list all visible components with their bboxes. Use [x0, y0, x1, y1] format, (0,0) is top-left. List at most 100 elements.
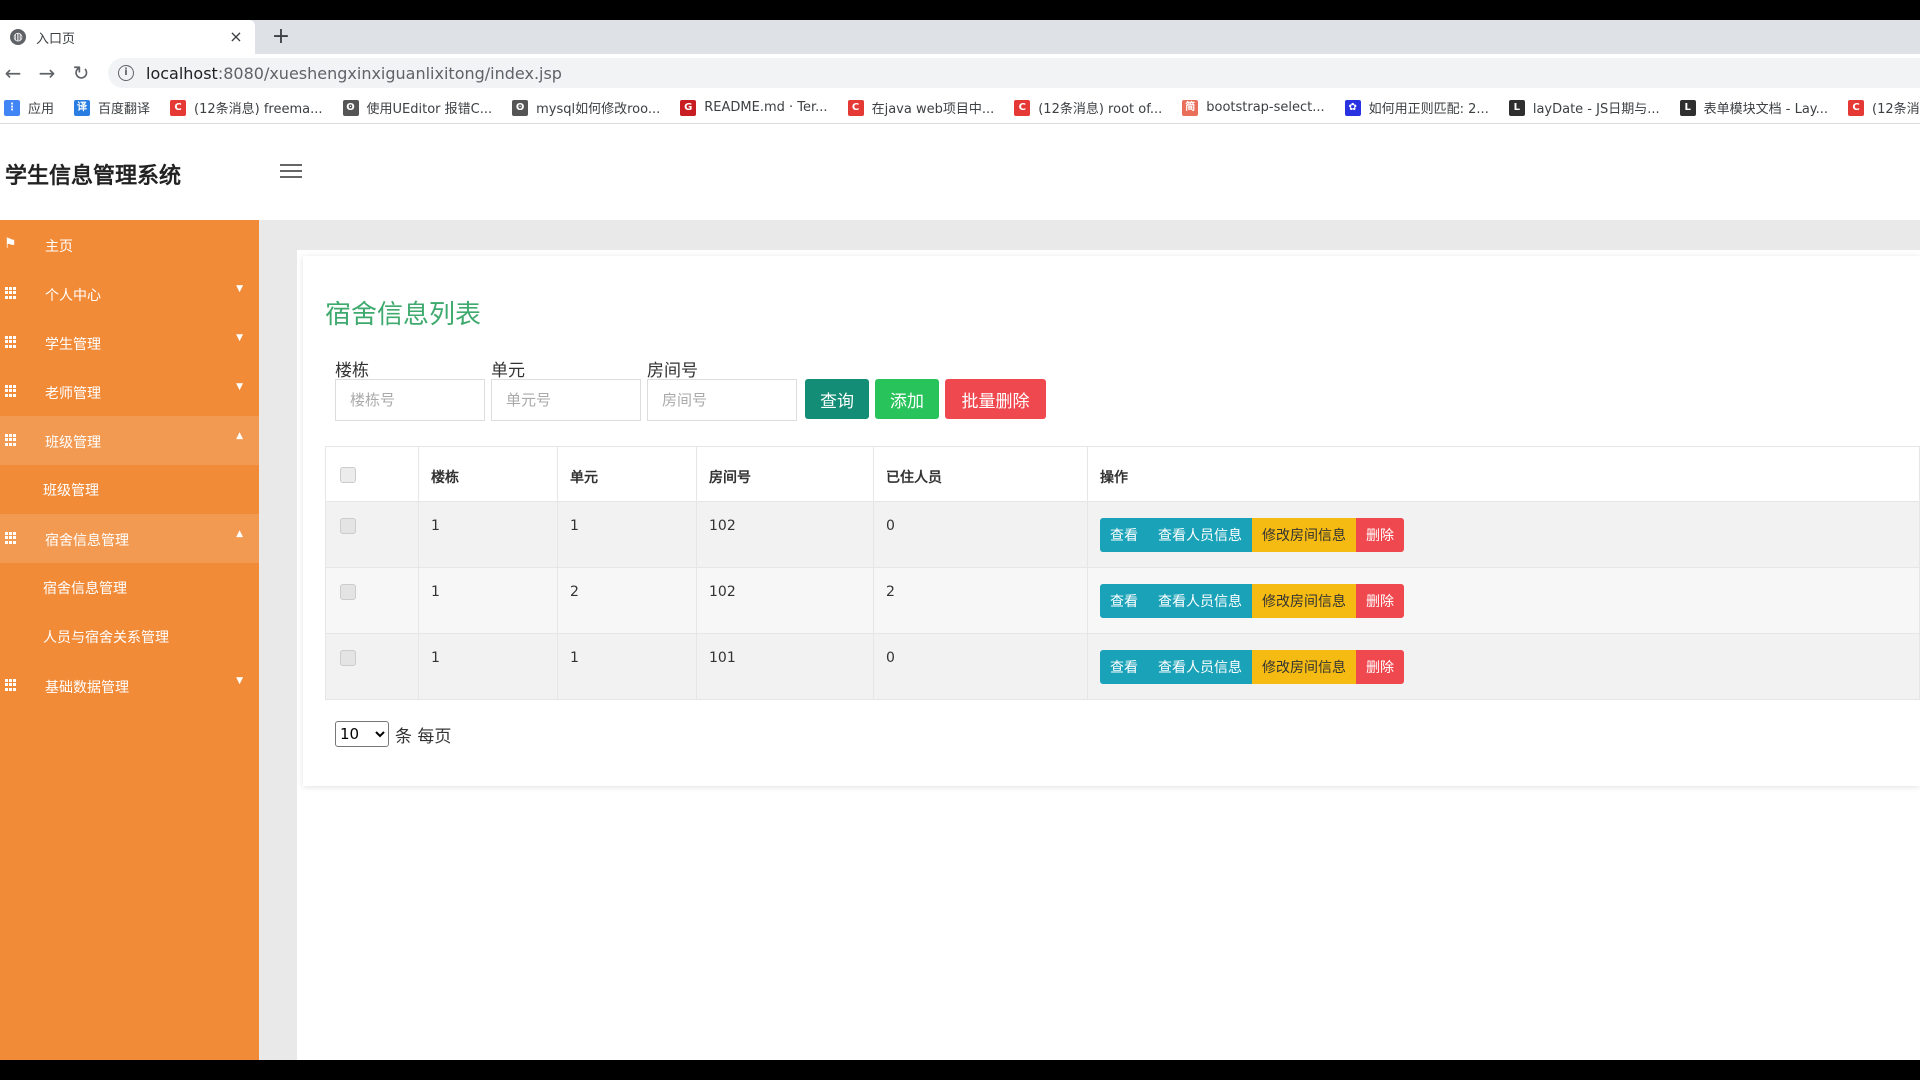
back-arrow-icon[interactable]: ←: [0, 60, 26, 86]
caret-down-icon: ▼: [236, 284, 243, 294]
layui-icon: L: [1509, 100, 1525, 116]
bookmark-item[interactable]: 简bootstrap-select...: [1182, 100, 1324, 116]
sidebar-item-label: 个人中心: [45, 285, 101, 305]
view-button[interactable]: 查看: [1100, 518, 1148, 552]
bookmark-item[interactable]: L表单模块文档 - Lay...: [1680, 98, 1828, 117]
view-button[interactable]: 查看: [1100, 584, 1148, 618]
grid-icon: [5, 287, 17, 299]
bookmark-label: bootstrap-select...: [1206, 100, 1324, 115]
select-all-checkbox[interactable]: [340, 467, 356, 483]
new-tab-button[interactable]: +: [268, 24, 294, 50]
caret-up-icon: ▲: [236, 529, 243, 539]
grid-icon: [5, 434, 17, 446]
bookmark-item[interactable]: C(12条消息) root of...: [1014, 98, 1162, 117]
main-content: 宿舍信息列表 楼栋 单元 房间号 查询 添加 批量删除 楼栋 单元: [259, 220, 1920, 1060]
bookmark-label: (12条消息) root of...: [1038, 98, 1162, 117]
sidebar-item[interactable]: 个人中心 ▼: [0, 269, 259, 318]
delete-button[interactable]: 删除: [1356, 518, 1404, 552]
view-people-button[interactable]: 查看人员信息: [1148, 584, 1252, 618]
row-checkbox[interactable]: [340, 518, 356, 534]
delete-button[interactable]: 删除: [1356, 584, 1404, 618]
cell-unit: 1: [558, 634, 697, 700]
hamburger-menu-icon[interactable]: [280, 160, 302, 182]
column-header-unit: 单元: [558, 447, 697, 502]
sidebar-item[interactable]: 学生管理▼: [0, 318, 259, 367]
bookmark-item[interactable]: ✿如何用正则匹配: 2...: [1345, 98, 1489, 117]
row-checkbox[interactable]: [340, 650, 356, 666]
grid-icon: [5, 385, 17, 397]
app-brand-title: 学生信息管理系统: [5, 158, 181, 190]
unit-filter-input[interactable]: [491, 379, 641, 421]
sidebar-subitem[interactable]: 人员与宿舍关系管理: [0, 612, 259, 661]
cell-building: 1: [419, 502, 558, 568]
bookmark-label: 百度翻译: [98, 98, 150, 117]
reload-icon[interactable]: ↻: [68, 60, 94, 86]
caret-down-icon: ▼: [236, 382, 243, 392]
cell-room: 102: [697, 502, 874, 568]
room-filter-input[interactable]: [647, 379, 797, 421]
caret-down-icon: ▼: [236, 676, 243, 686]
bookmark-label: (12条消息) freema...: [194, 98, 322, 117]
grid-icon: [5, 532, 17, 544]
bookmarks-bar: ⋮应用 译百度翻译 C(12条消息) freema... ʘ使用UEditor 报错C…: [0, 92, 1920, 124]
sidebar-item[interactable]: 班级管理▲: [0, 416, 259, 465]
table-row: 111010查看查看人员信息修改房间信息删除: [326, 634, 1920, 700]
view-people-button[interactable]: 查看人员信息: [1148, 650, 1252, 684]
bookmark-item[interactable]: GREADME.md · Ter...: [680, 100, 827, 116]
sidebar-item-label: 学生管理: [45, 334, 101, 354]
bookmark-label: 如何用正则匹配: 2...: [1369, 98, 1489, 117]
sidebar-item-label: 宿舍信息管理: [45, 530, 129, 550]
table-row: 121022查看查看人员信息修改房间信息删除: [326, 568, 1920, 634]
sidebar-item[interactable]: 宿舍信息管理 ▲: [0, 514, 259, 563]
table-header-row: 楼栋 单元 房间号 已住人员 操作: [326, 447, 1920, 502]
cell-building: 1: [419, 634, 558, 700]
bookmark-item[interactable]: ʘ使用UEditor 报错C...: [343, 98, 493, 117]
building-filter-label: 楼栋: [335, 356, 369, 381]
dorm-list-panel: 宿舍信息列表 楼栋 单元 房间号 查询 添加 批量删除 楼栋 单元: [303, 256, 1920, 786]
info-icon[interactable]: i: [118, 65, 134, 81]
address-bar[interactable]: i localhost :8080/xueshengxinxiguanlixit…: [108, 58, 1920, 88]
cell-actions: 查看查看人员信息修改房间信息删除: [1088, 502, 1920, 568]
browser-tab[interactable]: ◍ 入口页 ×: [0, 20, 255, 54]
sidebar-item[interactable]: ⚑主页: [0, 220, 259, 269]
bookmark-label: layDate - JS日期与...: [1533, 98, 1660, 117]
bookmark-item[interactable]: ⋮应用: [4, 98, 54, 117]
row-select-cell: [326, 502, 419, 568]
sidebar-item[interactable]: 基础数据管理▼: [0, 661, 259, 710]
gitee-icon: G: [680, 100, 696, 116]
bookmark-item[interactable]: C在java web项目中...: [848, 98, 995, 117]
row-checkbox[interactable]: [340, 584, 356, 600]
grid-icon: [5, 336, 17, 348]
sidebar-item[interactable]: 老师管理▼: [0, 367, 259, 416]
bookmark-item[interactable]: ʘmysql如何修改roo...: [512, 98, 660, 117]
edit-room-button[interactable]: 修改房间信息: [1252, 650, 1356, 684]
url-path: :8080/xueshengxinxiguanlixitong/index.js…: [218, 64, 562, 83]
batch-delete-button[interactable]: 批量删除: [945, 379, 1046, 419]
bookmark-label: (12条消息: [1872, 98, 1920, 117]
edit-room-button[interactable]: 修改房间信息: [1252, 518, 1356, 552]
add-button[interactable]: 添加: [875, 379, 939, 419]
row-select-cell: [326, 634, 419, 700]
grid-icon: [5, 679, 17, 691]
bookmark-item[interactable]: C(12条消息) freema...: [170, 98, 322, 117]
bookmark-item[interactable]: LlayDate - JS日期与...: [1509, 98, 1660, 117]
sidebar-subitem[interactable]: 班级管理: [0, 465, 259, 514]
unit-filter-label: 单元: [491, 356, 525, 381]
tab-title: 入口页: [36, 28, 225, 47]
caret-up-icon: ▲: [236, 431, 243, 441]
tab-close-button[interactable]: ×: [225, 26, 247, 48]
bookmark-label: mysql如何修改roo...: [536, 98, 660, 117]
sidebar-subitem[interactable]: 宿舍信息管理: [0, 563, 259, 612]
app-header: 学生信息管理系统: [0, 124, 1920, 220]
edit-room-button[interactable]: 修改房间信息: [1252, 584, 1356, 618]
bookmark-item[interactable]: 译百度翻译: [74, 98, 150, 117]
bookmark-item[interactable]: C(12条消息: [1848, 98, 1920, 117]
delete-button[interactable]: 删除: [1356, 650, 1404, 684]
forward-arrow-icon[interactable]: →: [34, 60, 60, 86]
view-people-button[interactable]: 查看人员信息: [1148, 518, 1252, 552]
url-host: localhost: [146, 64, 218, 83]
query-button[interactable]: 查询: [805, 379, 869, 419]
view-button[interactable]: 查看: [1100, 650, 1148, 684]
building-filter-input[interactable]: [335, 379, 485, 421]
page-size-select[interactable]: 10: [335, 721, 389, 747]
